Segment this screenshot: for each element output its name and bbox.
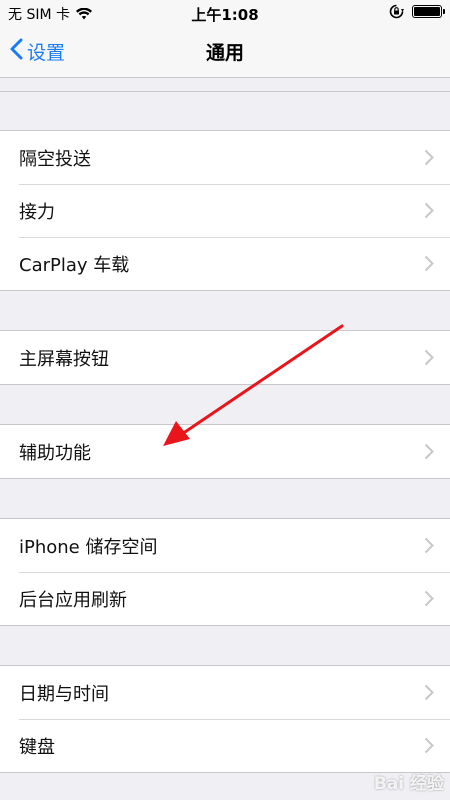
settings-row-airdrop[interactable]: 隔空投送 <box>0 131 450 184</box>
row-label: 接力 <box>19 201 55 223</box>
section-spacer <box>0 385 450 425</box>
chevron-right-icon <box>424 537 434 558</box>
settings-group: 隔空投送 接力 CarPlay 车载 <box>0 131 450 291</box>
status-bar: 无 SIM 卡 上午1:08 <box>0 0 450 26</box>
chevron-right-icon <box>424 349 434 370</box>
row-label: 后台应用刷新 <box>19 589 127 611</box>
row-label: 主屏幕按钮 <box>19 348 109 370</box>
top-spacer <box>0 78 450 92</box>
chevron-right-icon <box>424 590 434 611</box>
row-label: 辅助功能 <box>19 442 91 464</box>
settings-group: iPhone 储存空间 后台应用刷新 <box>0 519 450 626</box>
watermark-logo: Bai 经验 <box>373 774 444 794</box>
chevron-right-icon <box>424 255 434 276</box>
chevron-right-icon <box>424 684 434 705</box>
rotation-lock-icon <box>389 4 404 19</box>
settings-row-handoff[interactable]: 接力 <box>0 184 450 237</box>
settings-row-iphone-storage[interactable]: iPhone 储存空间 <box>0 519 450 572</box>
battery-fill <box>414 7 440 16</box>
navigation-bar: 设置 通用 <box>0 26 450 78</box>
settings-row-date-time[interactable]: 日期与时间 <box>0 666 450 719</box>
chevron-right-icon <box>424 149 434 170</box>
page-title: 通用 <box>205 42 244 64</box>
section-spacer <box>0 626 450 666</box>
section-spacer <box>0 479 450 519</box>
row-label: CarPlay 车载 <box>19 254 130 276</box>
status-time: 上午1:08 <box>191 6 259 24</box>
row-label: 日期与时间 <box>19 683 109 705</box>
settings-row-background-refresh[interactable]: 后台应用刷新 <box>0 572 450 625</box>
status-right <box>389 4 445 19</box>
battery-icon <box>412 5 445 18</box>
chevron-right-icon <box>424 202 434 223</box>
settings-group: 主屏幕按钮 <box>0 331 450 385</box>
row-label: iPhone 储存空间 <box>19 536 158 558</box>
chevron-right-icon <box>424 443 434 464</box>
settings-list: 隔空投送 接力 CarPlay 车载 主屏幕按钮 辅助功能 iPhone 储存空… <box>0 78 450 773</box>
row-label: 键盘 <box>19 736 55 758</box>
section-spacer <box>0 92 450 131</box>
settings-group: 日期与时间 键盘 <box>0 666 450 773</box>
settings-group: 辅助功能 <box>0 425 450 479</box>
section-spacer <box>0 291 450 331</box>
row-label: 隔空投送 <box>19 148 91 170</box>
settings-row-home-button[interactable]: 主屏幕按钮 <box>0 331 450 384</box>
chevron-right-icon <box>424 737 434 758</box>
settings-row-accessibility[interactable]: 辅助功能 <box>0 425 450 478</box>
settings-row-keyboard[interactable]: 键盘 <box>0 719 450 772</box>
settings-row-carplay[interactable]: CarPlay 车载 <box>0 237 450 290</box>
